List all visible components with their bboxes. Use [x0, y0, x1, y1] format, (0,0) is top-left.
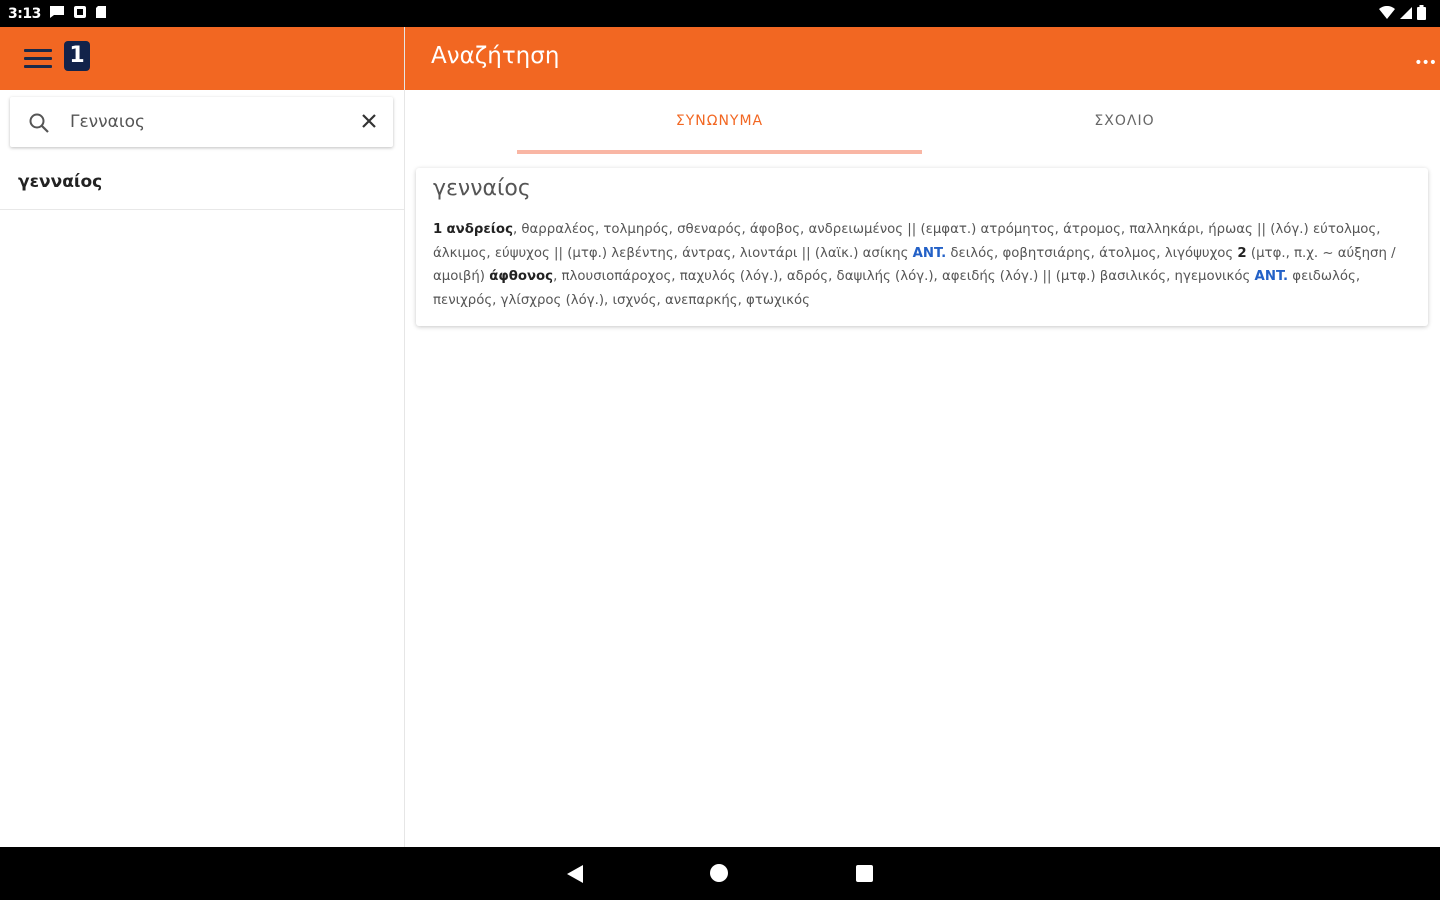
status-right — [1379, 5, 1426, 24]
close-icon[interactable] — [361, 113, 377, 133]
hamburger-icon[interactable] — [24, 49, 52, 69]
antonyms-text: δειλός, φοβητσιάρης, άτολμος, λιγόψυχος — [946, 245, 1238, 261]
entry-body: 1 ανδρείος, θαρραλέος, τολμηρός, σθεναρό… — [433, 218, 1418, 312]
sd-card-icon — [95, 4, 107, 23]
status-time: 3:13 — [8, 5, 41, 22]
page-title: Αναζήτηση — [431, 43, 560, 69]
notification-icon — [73, 4, 87, 23]
sense-number: 2 — [1237, 245, 1247, 261]
system-nav-bar — [0, 847, 1440, 900]
battery-icon — [1417, 5, 1426, 24]
tab-comment[interactable]: ΣΧΟΛΙΟ — [922, 90, 1327, 152]
headword: άφθονος — [489, 269, 554, 285]
headword: ανδρείος — [446, 222, 513, 237]
wifi-icon — [1379, 5, 1395, 24]
signal-icon — [1399, 5, 1413, 24]
home-circle-icon[interactable] — [710, 864, 728, 882]
left-app-bar: 1 — [0, 27, 404, 90]
back-triangle-icon[interactable] — [565, 864, 585, 888]
search-input[interactable] — [70, 107, 340, 137]
synonyms-text: , πλουσιοπάροχος, παχυλός (λόγ.), αδρός,… — [553, 269, 1255, 285]
entry-card: γενναίος 1 ανδρείος, θαρραλέος, τολμηρός… — [416, 168, 1428, 326]
more-icon[interactable]: ••• — [1414, 55, 1437, 71]
search-box — [10, 97, 393, 147]
entry-title: γενναίος — [433, 176, 531, 201]
message-icon — [49, 4, 65, 23]
antonym-label: ANT. — [1254, 269, 1289, 285]
list-item-label: γενναίος — [18, 172, 103, 192]
status-bar: 3:13 — [0, 0, 1440, 27]
app-logo: 1 — [64, 41, 90, 71]
sense-number: 1 — [433, 222, 443, 237]
tab-synonyms[interactable]: ΣΥΝΩΝΥΜΑ — [517, 90, 922, 152]
main-app-bar: Αναζήτηση ••• — [405, 27, 1440, 90]
tab-indicator — [517, 150, 922, 154]
antonym-label: ANT. — [912, 245, 947, 261]
recents-square-icon[interactable] — [856, 865, 873, 882]
panel-divider — [404, 27, 405, 847]
list-item[interactable]: γενναίος — [0, 160, 404, 210]
search-icon[interactable] — [28, 112, 50, 138]
